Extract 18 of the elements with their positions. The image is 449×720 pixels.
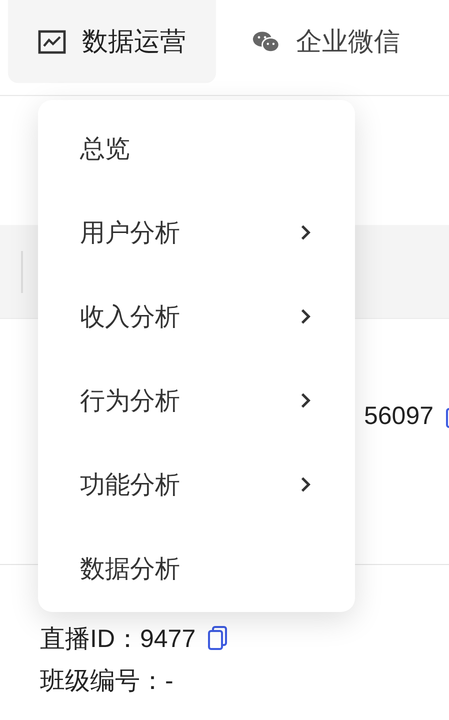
menu-item[interactable]: 数据分析 (38, 526, 355, 610)
chevron-right-icon (300, 476, 311, 492)
menu-item[interactable]: 用户分析 (38, 190, 355, 274)
chart-icon (38, 30, 66, 54)
menu-item[interactable]: 行为分析 (38, 358, 355, 442)
nav-tab[interactable]: 数据运营 (8, 0, 216, 83)
table-cell-text: 班级编号：- (40, 666, 174, 696)
menu-item[interactable]: 总览 (38, 106, 355, 190)
copy-icon (208, 626, 228, 650)
chevron-right-icon (300, 224, 311, 240)
chat-bubbles-icon (252, 30, 280, 54)
table-cell-text: 56097 (364, 402, 434, 430)
chevron-right-icon (300, 392, 311, 408)
table-cell-text: 直播ID：9477 (40, 624, 196, 654)
menu-item[interactable]: 功能分析 (38, 442, 355, 526)
chevron-right-icon (300, 308, 311, 324)
nav-tab[interactable]: 企业微信 (238, 0, 414, 83)
menu-item[interactable]: 收入分析 (38, 274, 355, 358)
